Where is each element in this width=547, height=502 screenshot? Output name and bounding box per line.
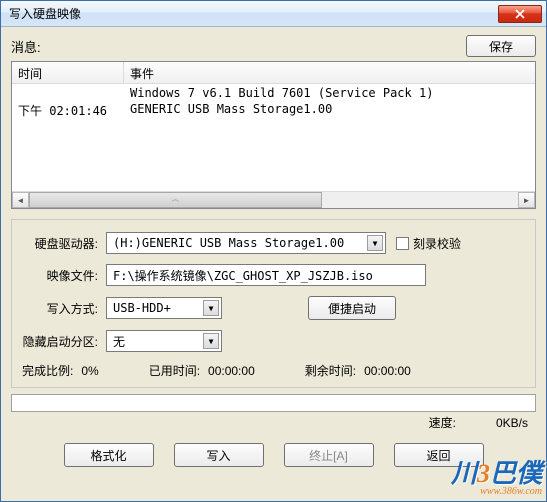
content-area: 消息: 保存 时间 事件 Windows 7 v6.1 Build 7601 (… bbox=[1, 27, 546, 475]
verify-label: 刻录校验 bbox=[413, 235, 461, 252]
done-label: 完成比例: bbox=[22, 362, 73, 379]
image-row: 映像文件: F:\操作系统镜像\ZGC_GHOST_XP_JSZJB.iso bbox=[22, 264, 525, 286]
titlebar: 写入硬盘映像 bbox=[1, 1, 546, 27]
window-title: 写入硬盘映像 bbox=[9, 5, 498, 22]
image-label: 映像文件: bbox=[22, 267, 106, 284]
log-body: Windows 7 v6.1 Build 7601 (Service Pack … bbox=[12, 84, 535, 120]
close-button[interactable] bbox=[498, 5, 542, 23]
save-button[interactable]: 保存 bbox=[466, 35, 536, 57]
done-value: 0% bbox=[81, 364, 98, 378]
log-header-time[interactable]: 时间 bbox=[12, 62, 124, 83]
hide-combo[interactable]: 无 ▼ bbox=[106, 330, 222, 352]
quick-boot-button[interactable]: 便捷启动 bbox=[308, 296, 396, 320]
remain-label: 剩余时间: bbox=[305, 362, 356, 379]
close-icon bbox=[515, 9, 525, 19]
progress-bar bbox=[11, 394, 536, 412]
verify-checkbox[interactable] bbox=[396, 237, 409, 250]
speed-row: 速度: 0KB/s bbox=[11, 414, 536, 431]
scroll-track[interactable]: ෴ bbox=[29, 192, 518, 208]
method-value: USB-HDD+ bbox=[113, 301, 203, 315]
log-row: 下午 02:01:46 GENERIC USB Mass Storage1.00 bbox=[12, 102, 535, 118]
log-header-event[interactable]: 事件 bbox=[124, 62, 535, 83]
scroll-right-arrow[interactable]: ► bbox=[518, 192, 535, 208]
method-row: 写入方式: USB-HDD+ ▼ 便捷启动 bbox=[22, 296, 525, 320]
log-cell-time: 下午 02:01:46 bbox=[12, 102, 124, 118]
drive-value: (H:)GENERIC USB Mass Storage1.00 bbox=[113, 236, 367, 250]
speed-value: 0KB/s bbox=[496, 416, 528, 430]
hide-row: 隐藏启动分区: 无 ▼ bbox=[22, 330, 525, 352]
method-combo[interactable]: USB-HDD+ ▼ bbox=[106, 297, 222, 319]
speed-label: 速度: bbox=[429, 414, 456, 431]
back-button[interactable]: 返回 bbox=[394, 443, 484, 467]
main-window: 写入硬盘映像 消息: 保存 时间 事件 Windows 7 v6.1 Build… bbox=[0, 0, 547, 502]
elapsed-value: 00:00:00 bbox=[208, 364, 255, 378]
drive-combo[interactable]: (H:)GENERIC USB Mass Storage1.00 ▼ bbox=[106, 232, 386, 254]
image-value: F:\操作系统镜像\ZGC_GHOST_XP_JSZJB.iso bbox=[113, 267, 373, 284]
message-row: 消息: 保存 bbox=[11, 35, 536, 57]
log-row: Windows 7 v6.1 Build 7601 (Service Pack … bbox=[12, 86, 535, 102]
scroll-thumb[interactable]: ෴ bbox=[29, 192, 322, 208]
log-cell-event: GENERIC USB Mass Storage1.00 bbox=[124, 102, 535, 118]
watermark-url: www.386w.com bbox=[451, 486, 542, 497]
drive-label: 硬盘驱动器: bbox=[22, 235, 106, 252]
write-button[interactable]: 写入 bbox=[174, 443, 264, 467]
horizontal-scrollbar[interactable]: ◄ ෴ ► bbox=[12, 191, 535, 208]
chevron-down-icon: ▼ bbox=[367, 235, 383, 251]
progress-section: 速度: 0KB/s bbox=[11, 394, 536, 431]
message-label: 消息: bbox=[11, 37, 41, 56]
scroll-left-arrow[interactable]: ◄ bbox=[12, 192, 29, 208]
log-cell-time bbox=[12, 86, 124, 102]
image-field[interactable]: F:\操作系统镜像\ZGC_GHOST_XP_JSZJB.iso bbox=[106, 264, 426, 286]
hide-value: 无 bbox=[113, 333, 203, 350]
button-row: 格式化 写入 终止[A] 返回 bbox=[11, 443, 536, 467]
log-panel: 时间 事件 Windows 7 v6.1 Build 7601 (Service… bbox=[11, 61, 536, 209]
hide-label: 隐藏启动分区: bbox=[22, 333, 106, 350]
format-button[interactable]: 格式化 bbox=[64, 443, 154, 467]
chevron-down-icon: ▼ bbox=[203, 333, 219, 349]
chevron-down-icon: ▼ bbox=[203, 300, 219, 316]
log-header: 时间 事件 bbox=[12, 62, 535, 84]
abort-button[interactable]: 终止[A] bbox=[284, 443, 374, 467]
method-label: 写入方式: bbox=[22, 300, 106, 317]
stats-row: 完成比例: 0% 已用时间: 00:00:00 剩余时间: 00:00:00 bbox=[22, 362, 525, 379]
log-cell-event: Windows 7 v6.1 Build 7601 (Service Pack … bbox=[124, 86, 535, 102]
form-section: 硬盘驱动器: (H:)GENERIC USB Mass Storage1.00 … bbox=[11, 219, 536, 388]
drive-row: 硬盘驱动器: (H:)GENERIC USB Mass Storage1.00 … bbox=[22, 232, 525, 254]
remain-value: 00:00:00 bbox=[364, 364, 411, 378]
verify-checkbox-wrap[interactable]: 刻录校验 bbox=[396, 235, 461, 252]
elapsed-label: 已用时间: bbox=[149, 362, 200, 379]
